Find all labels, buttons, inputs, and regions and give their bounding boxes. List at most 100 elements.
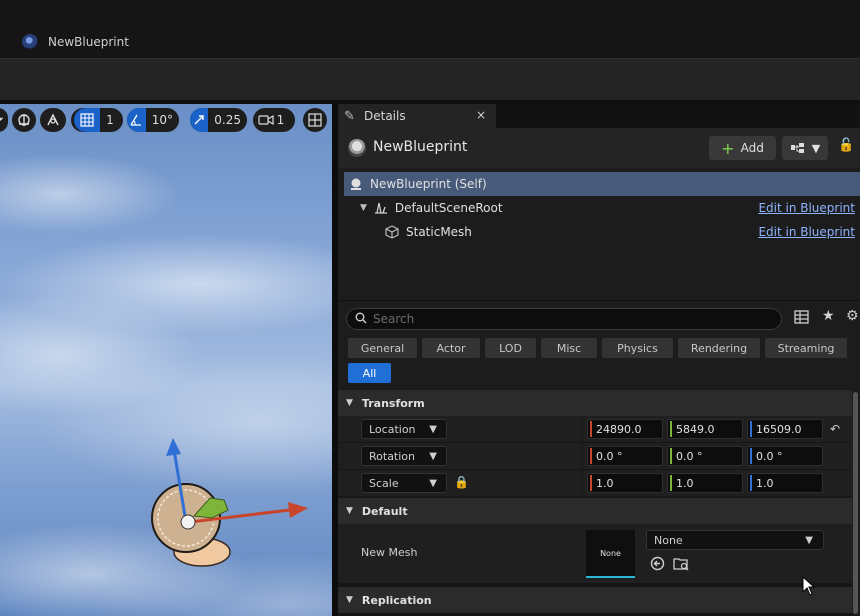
chevron-down-icon: ▼ <box>429 477 437 489</box>
asset-picker-dropdown[interactable]: None ▼ <box>646 530 824 550</box>
pencil-icon: ✎ <box>344 108 355 124</box>
new-mesh-label: New Mesh <box>361 546 418 559</box>
layout-button[interactable] <box>303 108 327 132</box>
rotation-z-field[interactable]: 0.0 ° <box>747 446 823 466</box>
component-row-static-mesh[interactable]: StaticMesh Edit in Blueprint <box>344 220 860 244</box>
gear-icon[interactable]: ⚙ <box>846 308 859 324</box>
tab-details[interactable]: ✎ Details × <box>338 104 496 128</box>
lock-icon[interactable]: 🔓 <box>838 138 854 153</box>
component-row-self[interactable]: NewBlueprint (Self) <box>344 172 860 196</box>
filter-all[interactable]: All <box>348 363 391 383</box>
viewport[interactable]: ⟳ 1 10° <box>0 104 332 616</box>
chevron-down-icon: ▼ <box>429 450 437 462</box>
filter-bar: General Actor LOD Misc Physics Rendering… <box>338 336 860 388</box>
scale-label: Scale <box>369 476 399 490</box>
rotation-dropdown[interactable]: Rotation ▼ <box>361 446 447 466</box>
expand-arrow-icon[interactable]: ▼ <box>360 203 367 213</box>
location-dropdown[interactable]: Location ▼ <box>361 419 447 439</box>
use-selected-icon[interactable] <box>650 556 665 575</box>
component-row-scene-root[interactable]: ▼ DefaultSceneRoot Edit in Blueprint <box>344 196 860 220</box>
scale-z-field[interactable]: 1.0 <box>747 473 823 493</box>
filter-physics[interactable]: Physics <box>602 338 673 358</box>
table-view-icon[interactable] <box>794 310 809 328</box>
rotation-y-field[interactable]: 0.0 ° <box>667 446 743 466</box>
browse-folder-icon[interactable] <box>673 556 690 575</box>
editor-window: NewBlueprint ⟳ 1 10° <box>0 0 860 616</box>
chevron-down-icon: ▼ <box>811 141 821 155</box>
add-label: Add <box>740 141 764 155</box>
section-default[interactable]: ▼ Default <box>338 498 852 524</box>
scale-y-value: 1.0 <box>676 476 694 490</box>
collapse-arrow-icon: ▼ <box>346 595 353 605</box>
scene-root-icon <box>373 200 389 216</box>
asset-thumbnail[interactable]: None <box>586 530 635 578</box>
component-label: StaticMesh <box>406 225 472 239</box>
add-component-button[interactable]: + Add <box>709 136 776 160</box>
scale-dropdown[interactable]: Scale ▼ <box>361 473 447 493</box>
component-label: NewBlueprint (Self) <box>370 177 487 191</box>
location-x-field[interactable]: 24890.0 <box>587 419 663 439</box>
section-transform[interactable]: ▼ Transform <box>338 390 852 416</box>
title-bar: NewBlueprint <box>0 0 860 58</box>
tab-strip <box>496 104 860 128</box>
star-icon[interactable]: ★ <box>822 308 835 324</box>
scale-x-field[interactable]: 1.0 <box>587 473 663 493</box>
rotation-z-value: 0.0 ° <box>756 449 783 463</box>
column-divider[interactable] <box>582 416 583 442</box>
angle-snap-button[interactable]: 10° <box>127 108 179 132</box>
column-divider[interactable] <box>582 443 583 469</box>
thumbnail-text: None <box>600 548 621 558</box>
rotation-label: Rotation <box>369 449 416 463</box>
z-axis-marker <box>750 448 752 464</box>
rotation-x-field[interactable]: 0.0 ° <box>587 446 663 466</box>
collapse-arrow-icon: ▼ <box>346 398 353 408</box>
blueprint-icon <box>22 34 38 50</box>
edit-in-blueprint-link[interactable]: Edit in Blueprint <box>758 225 855 239</box>
filter-lod[interactable]: LOD <box>485 338 536 358</box>
location-y-value: 5849.0 <box>676 422 715 436</box>
filter-actor[interactable]: Actor <box>422 338 480 358</box>
grid-snap-button[interactable]: 1 <box>71 108 123 132</box>
search-input[interactable] <box>373 312 753 326</box>
scrollbar-thumb[interactable] <box>853 392 858 614</box>
coordinate-icon <box>47 113 59 126</box>
world-local-button[interactable] <box>40 108 66 132</box>
edit-in-blueprint-link[interactable]: Edit in Blueprint <box>758 201 855 215</box>
transform-gizmo[interactable] <box>140 434 320 574</box>
rotation-x-value: 0.0 ° <box>596 449 623 463</box>
grid-icon <box>74 108 101 132</box>
y-axis-marker <box>670 421 672 437</box>
section-label: Default <box>361 504 408 518</box>
search-bar: ★ ⚙ <box>338 300 860 336</box>
scale-y-field[interactable]: 1.0 <box>667 473 743 493</box>
column-divider[interactable] <box>582 470 583 496</box>
asset-tools <box>650 556 690 575</box>
blueprint-options-button[interactable]: ▼ <box>782 136 828 160</box>
camera-speed-button[interactable]: 1 <box>253 108 295 132</box>
filter-streaming[interactable]: Streaming <box>765 338 847 358</box>
reset-icon[interactable]: ↶ <box>830 422 840 436</box>
filter-misc[interactable]: Misc <box>541 338 597 358</box>
scale-snap-value: 0.25 <box>214 113 241 127</box>
surface-snap-button[interactable] <box>12 108 36 132</box>
camera-speed-value: 1 <box>276 113 285 127</box>
transform-mode-button[interactable]: ⟳ <box>0 108 8 132</box>
location-y-field[interactable]: 5849.0 <box>667 419 743 439</box>
collapse-arrow-icon: ▼ <box>346 506 353 516</box>
lock-icon[interactable]: 🔒 <box>454 475 469 489</box>
scale-snap-button[interactable]: 0.25 <box>190 108 247 132</box>
location-z-field[interactable]: 16509.0 <box>747 419 823 439</box>
search-field[interactable] <box>346 308 782 330</box>
cube-icon <box>384 224 400 240</box>
close-icon[interactable]: × <box>476 108 486 122</box>
filter-general[interactable]: General <box>348 338 417 358</box>
filter-rendering[interactable]: Rendering <box>678 338 760 358</box>
window-title: NewBlueprint <box>48 35 129 49</box>
rotate-icon: ⟳ <box>0 113 3 128</box>
section-replication[interactable]: ▼ Replication <box>338 587 852 613</box>
z-axis-marker <box>750 475 752 491</box>
rotation-y-value: 0.0 ° <box>676 449 703 463</box>
section-label: Transform <box>361 396 425 410</box>
z-axis-marker <box>750 421 752 437</box>
x-axis-marker <box>590 448 592 464</box>
